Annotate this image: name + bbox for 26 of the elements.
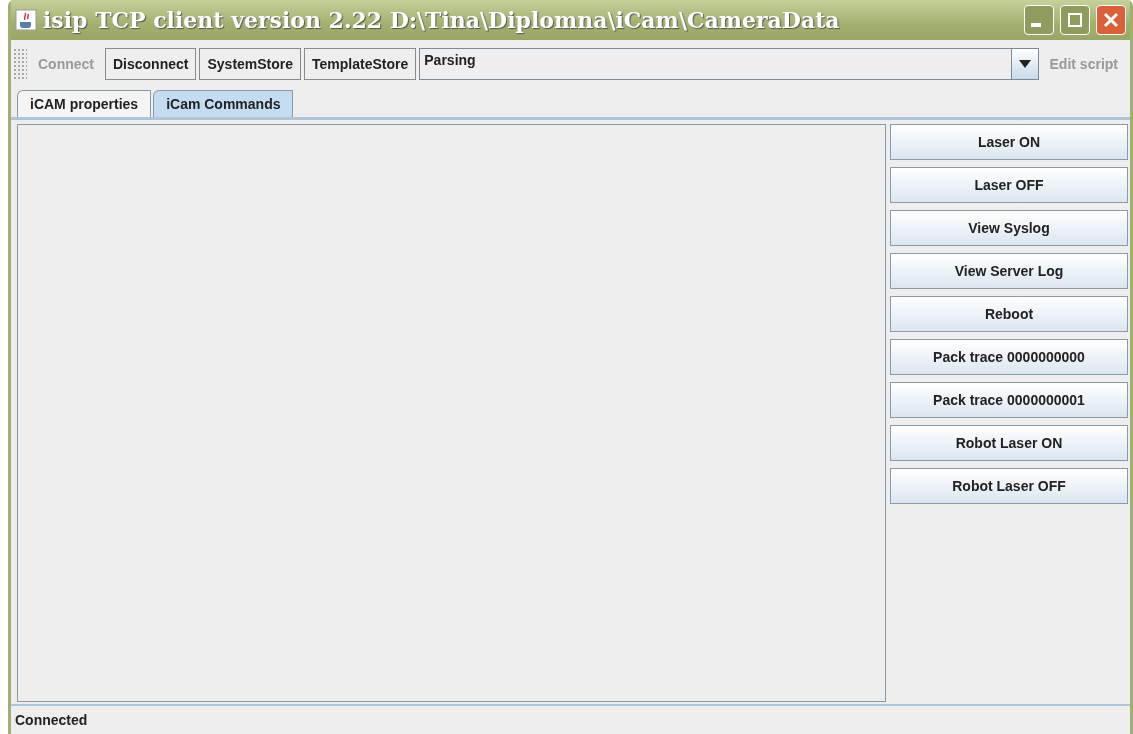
command-button[interactable]: View Syslog — [890, 210, 1128, 246]
command-button[interactable]: Laser ON — [890, 124, 1128, 160]
toolbar-button[interactable]: Disconnect — [105, 48, 197, 80]
caret-icon — [1018, 60, 1031, 68]
command-button[interactable]: Laser OFF — [890, 167, 1128, 203]
minimize-button[interactable] — [1024, 5, 1054, 35]
command-button[interactable]: Robot Laser OFF — [890, 468, 1128, 504]
toolbar-button[interactable]: TemplateStore — [304, 48, 417, 80]
java-cup-icon — [15, 9, 37, 31]
tab[interactable]: iCam Commands — [153, 90, 294, 117]
tab[interactable]: iCAM properties — [17, 90, 152, 117]
close-button[interactable] — [1096, 5, 1126, 35]
maximize-icon — [1067, 12, 1083, 28]
toolbar-button[interactable]: SystemStore — [199, 48, 302, 80]
toolbar-grip[interactable] — [13, 48, 27, 80]
minimize-icon — [1031, 23, 1041, 27]
command-button[interactable]: Pack trace 0000000000 — [890, 339, 1128, 375]
command-button[interactable]: Reboot — [890, 296, 1128, 332]
window-title: isip TCP client version 2.22 D:\Tina\Diplomna\iCam\CameraData — [43, 7, 841, 33]
script-dropdown[interactable]: Parsing — [419, 48, 1039, 80]
close-icon — [1103, 12, 1119, 28]
command-button[interactable]: Pack trace 0000000001 — [890, 382, 1128, 418]
maximize-button[interactable] — [1060, 5, 1090, 35]
status-text: Connected — [15, 712, 88, 728]
command-button[interactable]: View Server Log — [890, 253, 1128, 289]
command-button[interactable]: Robot Laser ON — [890, 425, 1128, 461]
